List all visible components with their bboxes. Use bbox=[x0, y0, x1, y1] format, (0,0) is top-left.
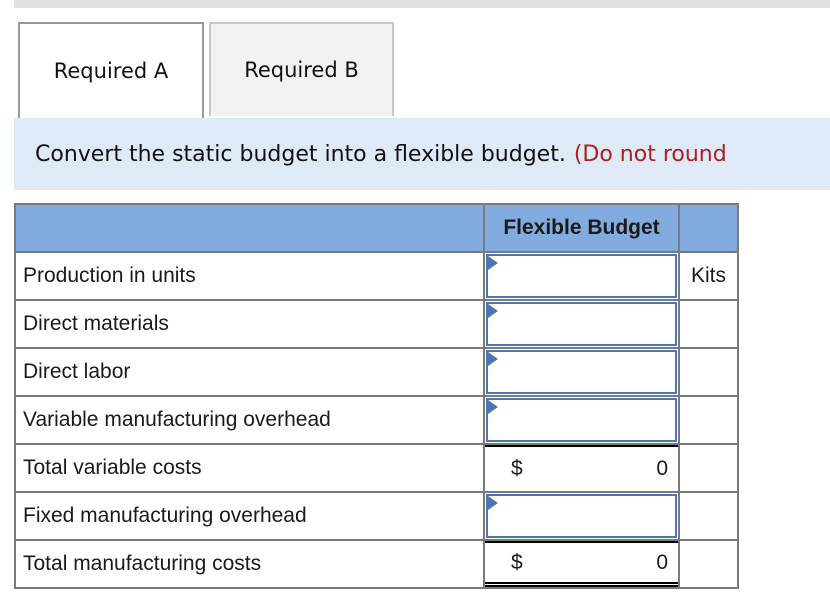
instruction-banner: Convert the static budget into a flexibl… bbox=[14, 118, 830, 190]
tab-required-a[interactable]: Required A bbox=[18, 22, 204, 118]
row-label: Direct materials bbox=[14, 299, 485, 349]
row-label: Total variable costs bbox=[14, 443, 485, 493]
table-row: Production in units Kits bbox=[14, 251, 739, 301]
unit-label bbox=[678, 491, 739, 541]
unit-label bbox=[678, 539, 739, 589]
direct-labor-input-box bbox=[486, 350, 677, 394]
input-marker-icon bbox=[488, 496, 498, 510]
table-header-row: Flexible Budget bbox=[14, 203, 739, 253]
table-row: Fixed manufacturing overhead bbox=[14, 491, 739, 541]
table-row: Total variable costs $ 0 bbox=[14, 443, 739, 493]
unit-label bbox=[678, 299, 739, 349]
direct-materials-input[interactable] bbox=[488, 304, 675, 344]
unit-label bbox=[678, 347, 739, 397]
total-manufacturing-costs-value: $ 0 bbox=[485, 541, 678, 587]
production-units-input-box bbox=[486, 254, 677, 298]
value-cell: $ 0 bbox=[483, 443, 680, 493]
row-label: Direct labor bbox=[14, 347, 485, 397]
currency-symbol: $ bbox=[511, 550, 523, 574]
total-variable-costs-value: $ 0 bbox=[485, 445, 678, 491]
fixed-overhead-input[interactable] bbox=[488, 496, 675, 536]
value-cell bbox=[483, 251, 680, 301]
unit-label bbox=[678, 395, 739, 445]
input-marker-icon bbox=[488, 304, 498, 318]
tab-bar: Required A Required B bbox=[18, 22, 394, 118]
input-marker-icon bbox=[488, 400, 498, 414]
tab-required-b[interactable]: Required B bbox=[209, 22, 394, 116]
row-label: Total manufacturing costs bbox=[14, 539, 485, 589]
value-cell: $ 0 bbox=[483, 539, 680, 589]
value-cell bbox=[483, 395, 680, 445]
header-unit-col bbox=[678, 203, 739, 253]
value-cell bbox=[483, 491, 680, 541]
production-units-input[interactable] bbox=[488, 256, 675, 296]
instruction-text: Convert the static budget into a flexibl… bbox=[35, 141, 566, 167]
header-label-col bbox=[14, 203, 485, 253]
variable-overhead-input[interactable] bbox=[488, 400, 675, 440]
table-row: Variable manufacturing overhead bbox=[14, 395, 739, 445]
value-cell bbox=[483, 299, 680, 349]
header-flexible-budget: Flexible Budget bbox=[483, 203, 680, 253]
row-label: Variable manufacturing overhead bbox=[14, 395, 485, 445]
direct-materials-input-box bbox=[486, 302, 677, 346]
table-row: Total manufacturing costs $ 0 bbox=[14, 539, 739, 589]
unit-label bbox=[678, 443, 739, 493]
currency-symbol: $ bbox=[511, 457, 523, 480]
input-marker-icon bbox=[488, 256, 498, 270]
computed-value: 0 bbox=[656, 550, 668, 574]
table-row: Direct materials bbox=[14, 299, 739, 349]
row-label: Fixed manufacturing overhead bbox=[14, 491, 485, 541]
row-label: Production in units bbox=[14, 251, 485, 301]
computed-value: 0 bbox=[656, 457, 668, 480]
value-cell bbox=[483, 347, 680, 397]
table-row: Direct labor bbox=[14, 347, 739, 397]
direct-labor-input[interactable] bbox=[488, 352, 675, 392]
fixed-overhead-input-box bbox=[486, 494, 677, 538]
variable-overhead-input-box bbox=[486, 398, 677, 442]
top-bar bbox=[14, 0, 830, 8]
unit-label: Kits bbox=[678, 251, 739, 301]
flexible-budget-table: Flexible Budget Production in units Kits… bbox=[14, 203, 739, 589]
input-marker-icon bbox=[488, 352, 498, 366]
instruction-note: (Do not round bbox=[573, 141, 727, 167]
